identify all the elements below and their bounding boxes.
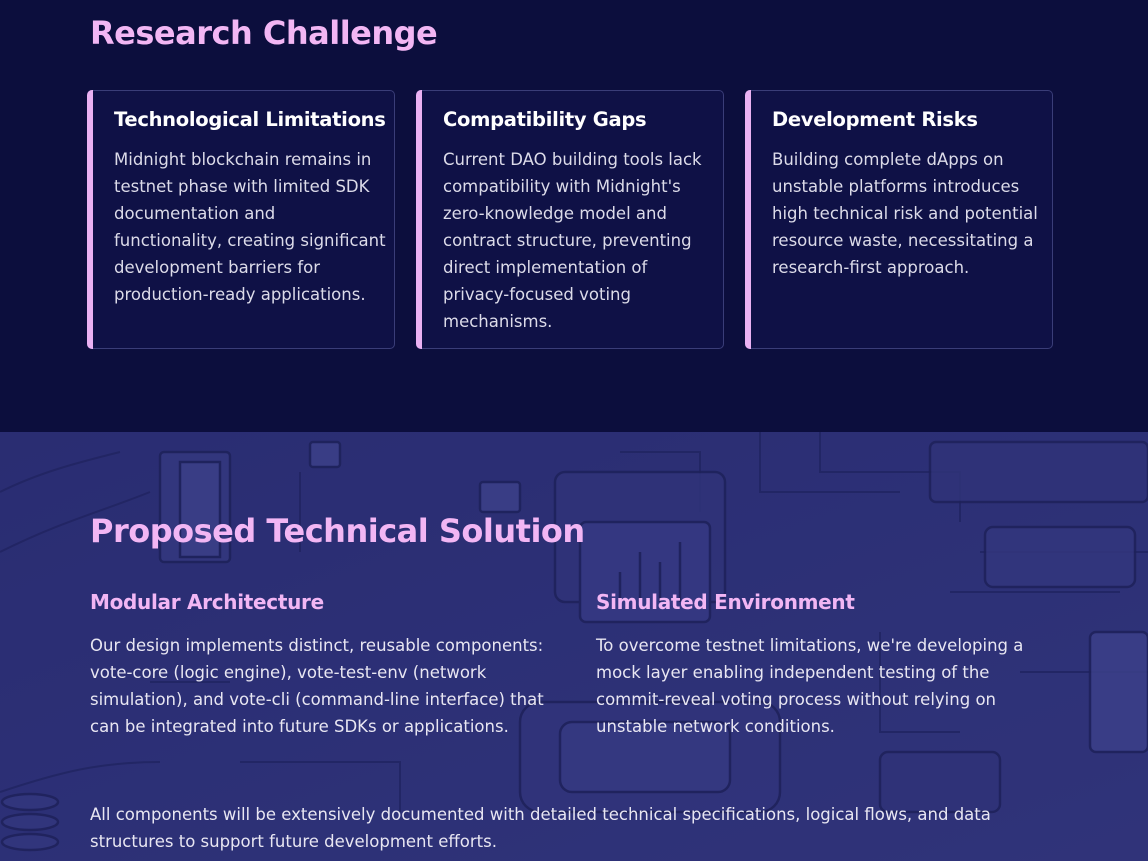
simulated-environment-text: To overcome testnet limitations, we're d… (596, 636, 1024, 736)
modular-architecture-text: Our design implements distinct, reusable… (90, 636, 544, 736)
card-accent-bar (87, 90, 93, 349)
documentation-note: All components will be extensively docum… (90, 805, 991, 851)
card-text: Current DAO building tools lack compatib… (443, 150, 702, 331)
card-accent-bar (745, 90, 751, 349)
research-challenge-section: Research Challenge Technological Limitat… (0, 0, 1148, 432)
card-text: Building complete dApps on unstable plat… (772, 150, 1038, 277)
card-title: Technological Limitations (114, 108, 386, 131)
modular-architecture-heading: Modular Architecture (90, 590, 324, 614)
technical-solution-section: Proposed Technical Solution Modular Arch… (0, 432, 1148, 861)
card-accent-bar (416, 90, 422, 349)
card-title: Development Risks (772, 108, 978, 131)
simulated-environment-heading: Simulated Environment (596, 590, 855, 614)
card-compatibility-gaps: Compatibility Gaps Current DAO building … (416, 90, 724, 349)
technical-solution-heading: Proposed Technical Solution (90, 512, 585, 550)
card-text: Midnight blockchain remains in testnet p… (114, 150, 386, 304)
card-title: Compatibility Gaps (443, 108, 647, 131)
research-challenge-heading: Research Challenge (90, 14, 438, 52)
card-development-risks: Development Risks Building complete dApp… (745, 90, 1053, 349)
card-technological-limitations: Technological Limitations Midnight block… (87, 90, 395, 349)
